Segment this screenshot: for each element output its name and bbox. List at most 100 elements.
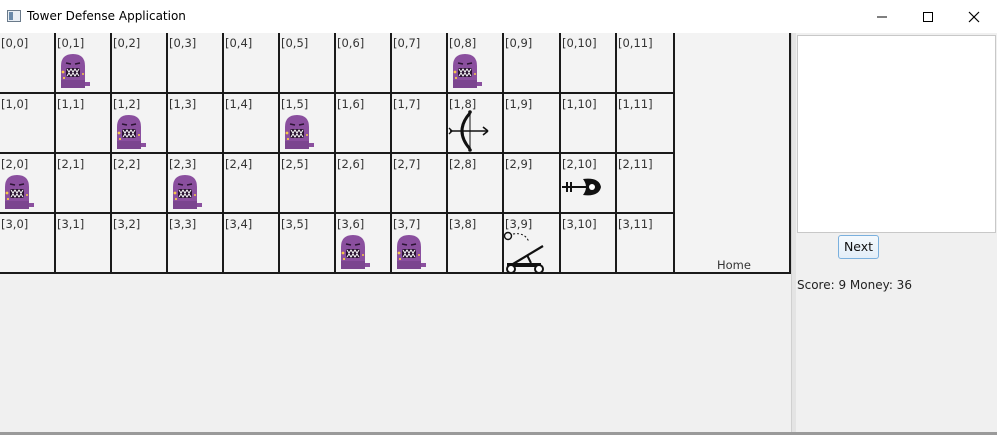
grid-cell[interactable]: [1,8] <box>448 94 504 154</box>
cell-coordinate-label: [1,1] <box>57 97 85 111</box>
grid-cell[interactable]: [0,3] <box>168 33 224 94</box>
grid-cell[interactable]: [1,4] <box>224 94 280 154</box>
home-label: Home <box>717 258 751 272</box>
split-divider[interactable] <box>791 33 796 432</box>
score-money-status: Score: 9 Money: 36 <box>797 278 912 292</box>
grid-cell[interactable]: [0,6] <box>336 33 392 94</box>
grid-cell[interactable]: [3,1] <box>56 214 112 274</box>
cell-coordinate-label: [0,4] <box>225 36 253 50</box>
monster-icon <box>279 113 319 157</box>
grid-cell[interactable]: [0,0] <box>0 33 56 94</box>
grid-cell[interactable]: [2,8] <box>448 154 504 214</box>
maximize-button[interactable] <box>905 0 951 33</box>
cell-coordinate-label: [2,1] <box>57 157 85 171</box>
grid-cell[interactable]: [2,6] <box>336 154 392 214</box>
grid-cell[interactable]: [3,4] <box>224 214 280 274</box>
cell-coordinate-label: [0,3] <box>169 36 197 50</box>
cell-coordinate-label: [3,8] <box>449 217 477 231</box>
grid-cell[interactable]: [3,2] <box>112 214 168 274</box>
grid-cell[interactable]: [0,11] <box>617 33 675 94</box>
grid-cell[interactable]: [2,10] <box>561 154 617 214</box>
grid-cell[interactable]: [2,9] <box>504 154 561 214</box>
next-button[interactable]: Next <box>838 235 879 259</box>
slingshot-tower-icon <box>561 174 603 204</box>
grid-cell[interactable]: [1,1] <box>56 94 112 154</box>
grid-cell[interactable]: [2,3] <box>168 154 224 214</box>
cell-coordinate-label: [2,5] <box>281 157 309 171</box>
game-grid: Home [0,0] [0,1] [0,2] [0,3] [0,4] [0,5] [0,6… <box>0 33 791 274</box>
grid-cell[interactable]: [1,10] <box>561 94 617 154</box>
grid-cell[interactable]: [3,9] <box>503 214 561 274</box>
grid-cell[interactable]: [2,7] <box>392 154 448 214</box>
grid-cell[interactable]: [3,0] <box>0 214 56 274</box>
grid-cell[interactable]: [2,5] <box>280 154 336 214</box>
grid-cell[interactable]: [3,3] <box>168 214 224 274</box>
cell-coordinate-label: [0,9] <box>505 36 533 50</box>
cell-coordinate-label: [2,7] <box>393 157 421 171</box>
grid-cell[interactable]: [1,11] <box>617 94 675 154</box>
grid-cell[interactable]: [3,6] <box>336 214 392 274</box>
grid-cell[interactable]: [3,10] <box>561 214 617 274</box>
grid-cell[interactable]: [2,11] <box>617 154 675 214</box>
cell-coordinate-label: [1,5] <box>281 97 309 111</box>
grid-cell[interactable]: [0,8] <box>448 33 504 94</box>
cell-coordinate-label: [0,11] <box>618 36 653 50</box>
grid-cell[interactable]: [0,10] <box>561 33 617 94</box>
cell-coordinate-label: [1,10] <box>562 97 597 111</box>
monster-icon <box>447 52 487 96</box>
title-bar: Tower Defense Application <box>0 0 997 33</box>
grid-cell[interactable]: [2,0] <box>0 154 56 214</box>
cell-coordinate-label: [3,11] <box>618 217 653 231</box>
cell-coordinate-label: [1,6] <box>337 97 365 111</box>
cell-coordinate-label: [1,4] <box>225 97 253 111</box>
grid-cell[interactable]: [0,9] <box>504 33 561 94</box>
cell-coordinate-label: [2,3] <box>169 157 197 171</box>
cell-coordinate-label: [0,2] <box>113 36 141 50</box>
monster-icon <box>111 113 151 157</box>
grid-cell[interactable]: [2,4] <box>224 154 280 214</box>
grid-cell[interactable]: [1,2] <box>112 94 168 154</box>
grid-cell[interactable]: [0,5] <box>280 33 336 94</box>
grid-cell[interactable]: [1,3] <box>168 94 224 154</box>
cell-coordinate-label: [3,7] <box>393 217 421 231</box>
archer-tower-icon <box>448 109 492 157</box>
cell-coordinate-label: [2,9] <box>505 157 533 171</box>
info-text-area[interactable] <box>797 35 996 233</box>
cell-coordinate-label: [3,10] <box>562 217 597 231</box>
cell-coordinate-label: [1,0] <box>1 97 29 111</box>
grid-cell[interactable]: [3,5] <box>280 214 336 274</box>
grid-cell[interactable]: [1,6] <box>336 94 392 154</box>
app-window-icon <box>7 10 21 22</box>
grid-cell[interactable]: [0,2] <box>112 33 168 94</box>
cell-coordinate-label: [1,3] <box>169 97 197 111</box>
close-button[interactable] <box>951 0 997 33</box>
empty-play-area <box>0 274 791 432</box>
grid-cell[interactable]: [2,1] <box>56 154 112 214</box>
monster-icon <box>335 233 375 277</box>
cell-coordinate-label: [2,11] <box>618 157 653 171</box>
cell-coordinate-label: [2,0] <box>1 157 29 171</box>
grid-cell[interactable]: [3,11] <box>617 214 675 274</box>
cell-coordinate-label: [0,0] <box>1 36 29 50</box>
cell-coordinate-label: [2,6] <box>337 157 365 171</box>
cell-coordinate-label: [0,7] <box>393 36 421 50</box>
cell-coordinate-label: [3,3] <box>169 217 197 231</box>
minimize-button[interactable] <box>859 0 905 33</box>
cell-coordinate-label: [0,1] <box>57 36 85 50</box>
grid-cell[interactable]: [1,5] <box>280 94 336 154</box>
cell-coordinate-label: [3,9] <box>505 217 533 231</box>
grid-cell[interactable]: [0,1] <box>56 33 112 94</box>
grid-cell[interactable]: [1,9] <box>504 94 561 154</box>
monster-icon <box>55 52 95 96</box>
grid-cell[interactable]: [0,7] <box>392 33 448 94</box>
grid-cell[interactable]: [3,7] <box>392 214 448 274</box>
monster-icon <box>0 173 39 217</box>
grid-cell[interactable]: [2,2] <box>112 154 168 214</box>
grid-cell[interactable]: [1,0] <box>0 94 56 154</box>
grid-cell[interactable]: [0,4] <box>224 33 280 94</box>
cell-coordinate-label: [0,10] <box>562 36 597 50</box>
cell-coordinate-label: [3,5] <box>281 217 309 231</box>
grid-cell[interactable]: [1,7] <box>392 94 448 154</box>
cell-coordinate-label: [2,2] <box>113 157 141 171</box>
grid-cell[interactable]: [3,8] <box>448 214 504 274</box>
